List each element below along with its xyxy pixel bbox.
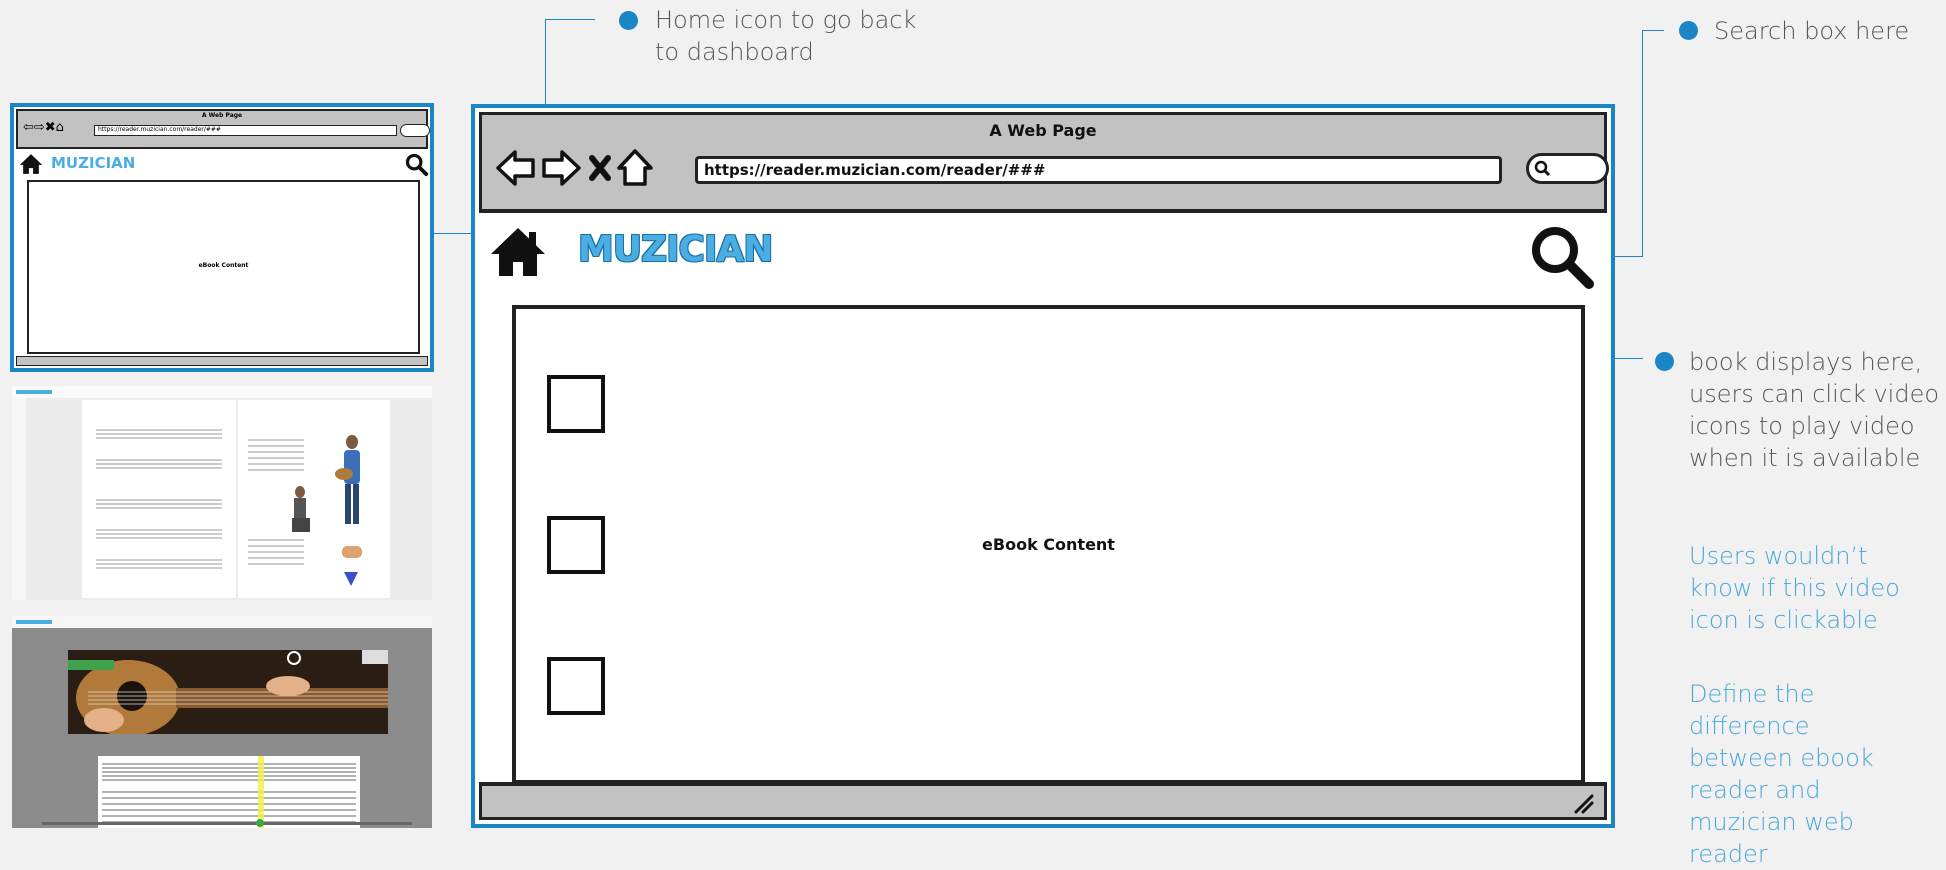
annotation-line: users can click video [1689, 380, 1940, 408]
guitar-video-still [68, 650, 388, 734]
search-icon [1534, 160, 1551, 177]
thumb-nav-icons: ⇦⇨✖⌂ [23, 120, 64, 135]
annotation-line: difference [1689, 712, 1810, 740]
annotation-line: to dashboard [655, 38, 814, 66]
thumb-search-field [400, 124, 430, 137]
url-field[interactable]: https://reader.muzician.com/reader/### [695, 156, 1502, 184]
connector-line [545, 19, 595, 20]
book-annotation: book displays here, users can click vide… [1689, 346, 1939, 474]
playhead-marker [258, 756, 264, 828]
thumb-url-field: https://reader.muzician.com/reader/### [94, 125, 397, 136]
video-controls [362, 650, 388, 664]
define-annotation: Define the difference between ebook read… [1689, 678, 1874, 870]
ebook-page-screenshot [12, 386, 432, 600]
home-icon[interactable] [489, 226, 547, 278]
home-outline-icon[interactable] [617, 149, 653, 186]
search-annotation: Search box here [1714, 17, 1910, 45]
ebook-content-label: eBook Content [982, 535, 1115, 554]
page-title: A Web Page [989, 121, 1097, 140]
browser-toolbar: A Web Page https://reader.muzician.com/r… [479, 112, 1609, 213]
home-annotation: Home icon to go back to dashboard [655, 4, 916, 68]
thumb-content-area: eBook Content [27, 180, 420, 354]
annotation-line: when it is available [1689, 444, 1921, 472]
browser-search-field[interactable] [1526, 153, 1609, 184]
connector-line [1642, 30, 1643, 256]
browser-status-bar [479, 782, 1607, 820]
annotation-dot [619, 11, 638, 30]
hand-picture [342, 546, 362, 558]
resize-grip-icon[interactable] [1572, 792, 1596, 814]
screenshot-logo-mark [16, 620, 52, 624]
annotation-line: muzician web [1689, 808, 1854, 836]
reader-wireframe: A Web Page https://reader.muzician.com/r… [471, 104, 1615, 828]
screenshot-logo-mark [16, 390, 52, 394]
search-icon[interactable] [1529, 224, 1597, 292]
thumb-status-bar [16, 356, 428, 366]
thumb-content-label: eBook Content [198, 262, 249, 269]
annotation-line: reader and [1689, 776, 1821, 804]
annotation-line: Users wouldn’t [1689, 542, 1868, 570]
annotation-line: know if this video [1689, 574, 1900, 602]
guitar-pick [344, 572, 358, 586]
annotation-dot [1655, 352, 1674, 371]
annotation-line: Define the [1689, 680, 1815, 708]
video-icon[interactable] [547, 657, 605, 715]
sheet-music-pages [96, 429, 362, 586]
thumb-browser-toolbar: A Web Page ⇦⇨✖⌂ https://reader.muzician.… [16, 109, 430, 149]
video-player-screenshot [12, 616, 432, 828]
search-icon [405, 153, 429, 177]
annotation-line: between ebook [1689, 744, 1874, 772]
screenshot-header-bar [12, 386, 432, 398]
guitar-tab-notation [102, 756, 356, 828]
clickable-annotation: Users wouldn’t know if this video icon i… [1689, 540, 1900, 636]
video-overlay-badge [68, 660, 114, 670]
back-arrow-icon[interactable] [496, 150, 535, 186]
forward-arrow-icon[interactable] [542, 150, 581, 186]
connector-line [434, 233, 471, 234]
ebook-content-area[interactable]: eBook Content [512, 305, 1585, 784]
annotation-line: Home icon to go back [655, 6, 917, 34]
channel-logo [287, 651, 301, 665]
screenshot-header-bar [12, 616, 432, 628]
annotation-dot [1679, 21, 1698, 40]
video-icon[interactable] [547, 375, 605, 433]
seated-guitarist-figure [292, 486, 310, 532]
annotation-line: reader [1689, 840, 1768, 868]
guitarist-figure [335, 435, 360, 524]
video-progress-knob [256, 819, 264, 827]
annotation-line: icon is clickable [1689, 606, 1878, 634]
reader-thumbnail: A Web Page ⇦⇨✖⌂ https://reader.muzician.… [10, 103, 434, 372]
thumb-page-title: A Web Page [201, 112, 243, 119]
muzician-logo: MUZICIAN [578, 229, 773, 270]
annotation-line: book displays here, [1689, 348, 1923, 376]
screenshot-sidebar [12, 398, 26, 600]
annotation-line: icons to play video [1689, 412, 1915, 440]
thumb-muzician-logo: MUZICIAN [51, 154, 136, 172]
home-icon [19, 154, 43, 174]
stop-x-icon[interactable] [589, 155, 611, 181]
video-progress-bar [42, 822, 412, 825]
connector-line [1642, 30, 1664, 31]
